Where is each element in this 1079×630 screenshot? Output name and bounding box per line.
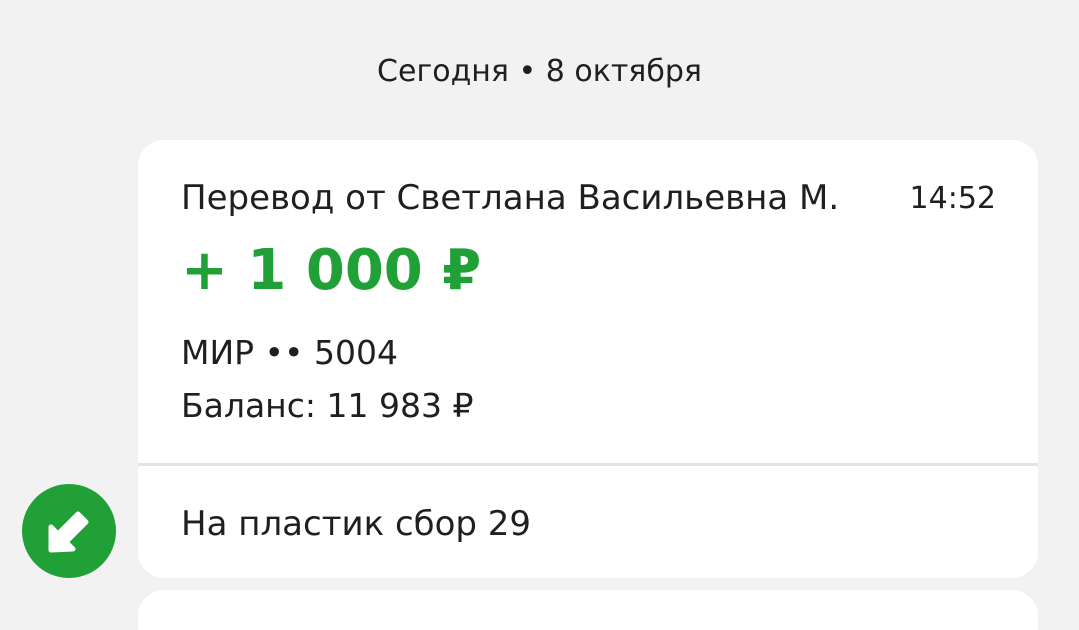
transaction-time: 14:52 (909, 181, 996, 216)
balance: Баланс: 11 983 ₽ (181, 386, 474, 425)
transfer-message: На пластик сбор 29 (181, 504, 532, 544)
transaction-title: Перевод от Светлана Васильевна М. (181, 178, 840, 218)
card-number: МИР •• 5004 (181, 333, 398, 372)
next-transaction-card[interactable] (138, 590, 1038, 630)
transaction-card[interactable]: Перевод от Светлана Васильевна М. 14:52 … (138, 140, 1038, 578)
incoming-transfer-avatar (22, 484, 116, 578)
transaction-amount: + 1 000 ₽ (181, 238, 482, 303)
date-header: Сегодня • 8 октября (377, 54, 702, 89)
divider (138, 463, 1038, 466)
transaction-details: Перевод от Светлана Васильевна М. 14:52 … (138, 140, 1038, 463)
incoming-arrow-icon (48, 511, 89, 553)
